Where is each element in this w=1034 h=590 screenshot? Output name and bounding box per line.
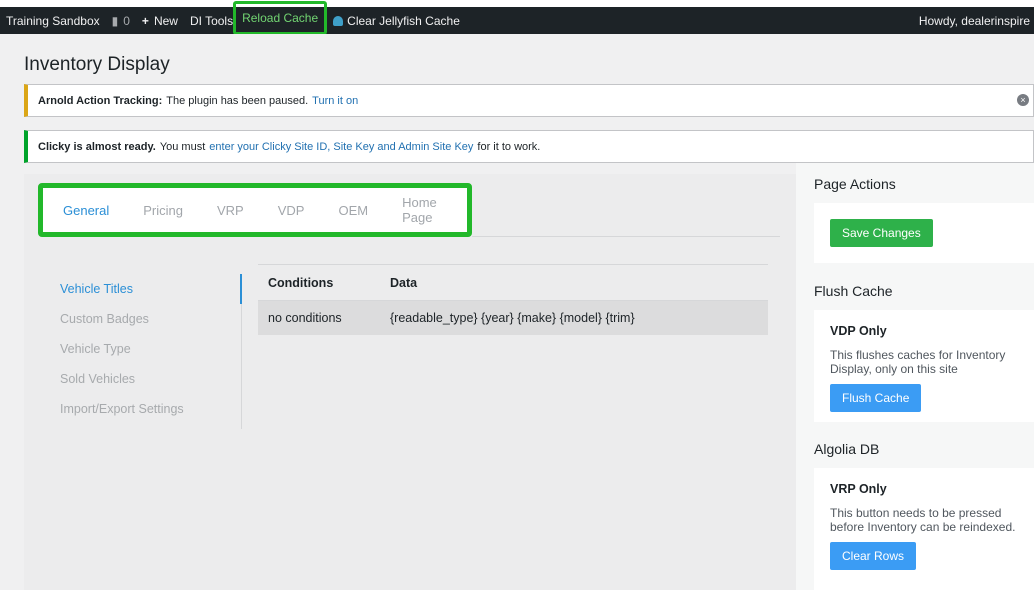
arnold-notice: Arnold Action Tracking: The plugin has b…	[24, 84, 1034, 117]
side-nav-sold-vehicles[interactable]: Sold Vehicles	[60, 364, 241, 394]
clicky-notice-text-after: for it to work.	[477, 140, 541, 153]
vehicle-titles-table: Conditions Data no conditions {readable_…	[258, 264, 768, 335]
side-nav-vehicle-type[interactable]: Vehicle Type	[60, 334, 241, 364]
turn-it-on-link[interactable]: Turn it on	[312, 95, 358, 107]
new-content-link[interactable]: + New	[136, 7, 184, 34]
settings-panel: General Pricing VRP VDP OEM Home Page Ve…	[24, 174, 796, 590]
active-marker	[240, 274, 242, 304]
flush-heading: VDP Only	[830, 324, 887, 338]
cell-conditions: no conditions	[268, 311, 342, 325]
site-name: Training Sandbox	[6, 13, 100, 28]
page-actions-box: Save Changes	[814, 203, 1034, 263]
side-nav-import-export[interactable]: Import/Export Settings	[60, 394, 241, 424]
reload-cache-label: Reload Cache	[242, 10, 319, 25]
clear-jellyfish-label: Clear Jellyfish Cache	[347, 13, 460, 28]
side-nav: Vehicle Titles Custom Badges Vehicle Typ…	[60, 274, 242, 429]
arnold-notice-strong: Arnold Action Tracking:	[38, 94, 163, 107]
table-row[interactable]: no conditions {readable_type} {year} {ma…	[258, 301, 768, 335]
cell-data: {readable_type} {year} {make} {model} {t…	[390, 311, 635, 325]
right-sidebar: Page Actions Save Changes Flush Cache VD…	[796, 163, 1034, 590]
clicky-notice-text-before: You must	[159, 140, 206, 153]
jellyfish-icon	[333, 15, 344, 26]
header-data: Data	[390, 275, 418, 290]
comments-link[interactable]: ▮ 0	[106, 7, 136, 34]
howdy-text: Howdy, dealerinspire	[918, 13, 1030, 28]
comment-icon: ▮	[111, 13, 119, 28]
tab-oem[interactable]: OEM	[338, 203, 368, 218]
tab-bar: General Pricing VRP VDP OEM Home Page	[38, 183, 472, 237]
algolia-title: Algolia DB	[814, 441, 880, 457]
comments-count: 0	[123, 13, 130, 28]
flush-cache-button[interactable]: Flush Cache	[830, 384, 922, 412]
clicky-settings-link[interactable]: enter your Clicky Site ID, Site Key and …	[209, 141, 473, 153]
tab-divider	[472, 236, 780, 237]
page-title: Inventory Display	[24, 54, 170, 75]
flush-description: This flushes caches for Inventory Displa…	[830, 348, 1006, 376]
page-actions-title: Page Actions	[814, 176, 896, 192]
arnold-notice-text: The plugin has been paused.	[166, 94, 309, 107]
save-changes-button[interactable]: Save Changes	[830, 219, 933, 247]
clicky-notice: Clicky is almost ready. You must enter y…	[24, 130, 1034, 163]
clear-jellyfish-link[interactable]: Clear Jellyfish Cache	[327, 7, 466, 34]
account-menu[interactable]: Howdy, dealerinspire	[913, 7, 1034, 34]
tab-pricing[interactable]: Pricing	[143, 203, 183, 218]
new-label: New	[153, 13, 178, 28]
side-nav-custom-badges[interactable]: Custom Badges	[60, 304, 241, 334]
algolia-heading: VRP Only	[830, 482, 887, 496]
site-name-link[interactable]: Training Sandbox	[0, 7, 106, 34]
admin-bar: Training Sandbox ▮ 0 + New DI Tools Relo…	[0, 0, 1034, 35]
di-tools-label: DI Tools	[189, 13, 234, 28]
tab-general[interactable]: General	[63, 203, 109, 218]
clicky-notice-strong: Clicky is almost ready.	[38, 140, 156, 153]
side-nav-vehicle-titles[interactable]: Vehicle Titles	[60, 274, 241, 304]
flush-cache-box: VDP Only This flushes caches for Invento…	[814, 310, 1034, 422]
di-tools-link[interactable]: DI Tools	[184, 7, 233, 34]
reload-cache-link[interactable]: Reload Cache	[233, 0, 328, 35]
header-conditions: Conditions	[268, 275, 334, 290]
content-area: Inventory Display Arnold Action Tracking…	[0, 34, 1034, 590]
dismiss-icon[interactable]: ×	[1017, 94, 1029, 106]
tab-vdp[interactable]: VDP	[278, 203, 305, 218]
clear-rows-button[interactable]: Clear Rows	[830, 542, 917, 570]
algolia-description: This button needs to be pressed before I…	[830, 506, 1016, 534]
table-header: Conditions Data	[258, 264, 768, 301]
flush-cache-title: Flush Cache	[814, 283, 893, 299]
algolia-box: VRP Only This button needs to be pressed…	[814, 468, 1034, 590]
tab-home-page[interactable]: Home Page	[402, 195, 437, 225]
tab-vrp[interactable]: VRP	[217, 203, 244, 218]
plus-icon: +	[141, 13, 149, 28]
